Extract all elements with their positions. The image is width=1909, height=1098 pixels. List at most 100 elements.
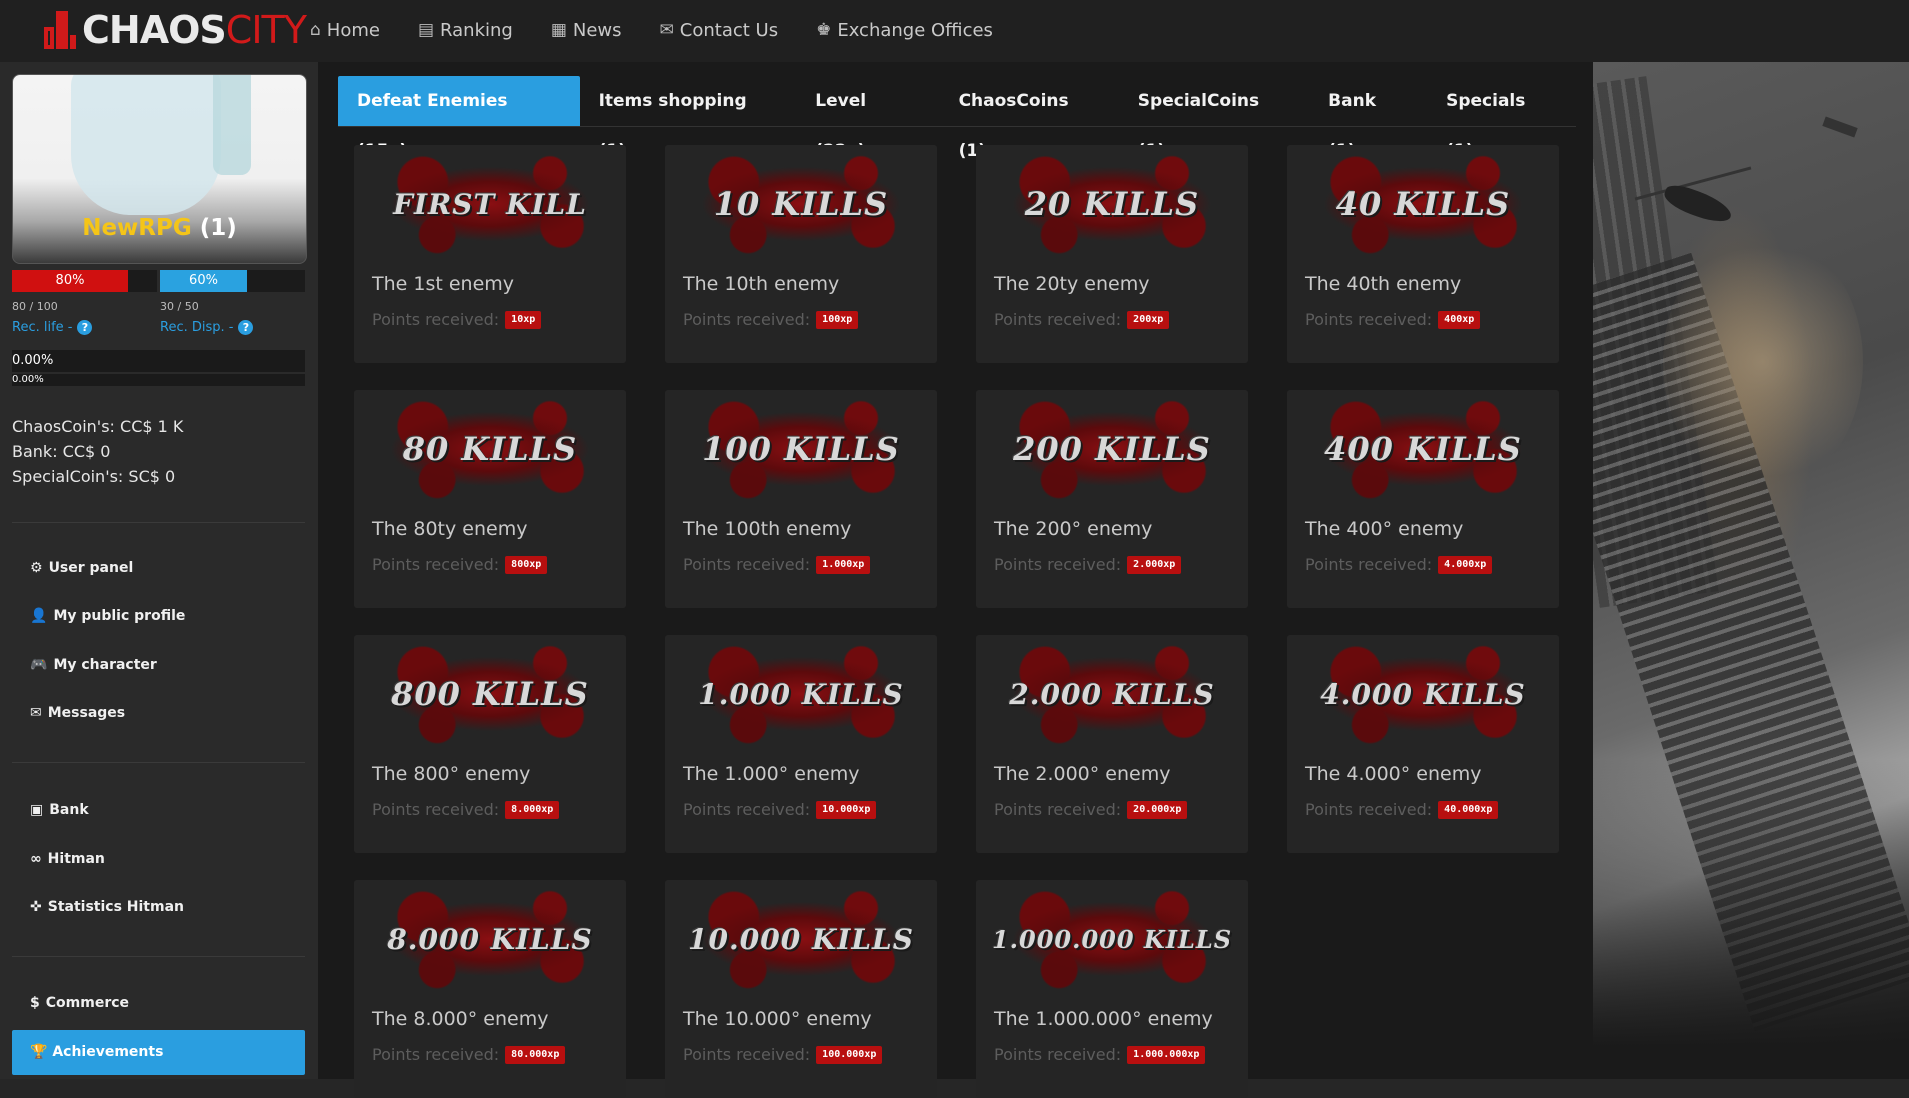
achievement-banner-text: 20 KILLS	[1024, 185, 1200, 223]
achievement-points: Points received: 8.000xp	[372, 800, 560, 819]
achievement-points: Points received: 200xp	[994, 310, 1170, 329]
achievement-banner: 800 KILLS	[370, 639, 610, 749]
dollar-icon: $	[30, 995, 40, 1011]
achievement-banner: 400 KILLS	[1303, 394, 1543, 504]
menu-commerce[interactable]: $ Commerce	[30, 995, 129, 1011]
menu-my-public-profile[interactable]: 👤 My public profile	[30, 608, 185, 624]
nav-contact-us-label: Contact Us	[679, 19, 779, 41]
help-icon[interactable]: ?	[77, 320, 93, 335]
avatar[interactable]: NewRPG (1)	[12, 74, 307, 264]
main-nav: ⌂ Home ▤ Ranking ▦ News ✉ Contact Us ♚ E…	[310, 0, 1031, 60]
artwork-fade	[1593, 759, 1909, 1079]
achievement-banner-text: 400 KILLS	[1324, 430, 1522, 468]
disposition-bar-fill: 60%	[160, 270, 247, 292]
nav-exchange-offices-label: Exchange Offices	[837, 19, 993, 41]
nav-home-label: Home	[326, 19, 380, 41]
achievement-card: 1.000.000 KILLS The 1.000.000° enemy Point…	[976, 880, 1248, 1098]
achievement-card: 10.000 KILLS The 10.000° enemy Points rece…	[665, 880, 937, 1098]
experience-bar: 0.00%	[12, 350, 305, 372]
menu-bank[interactable]: ▣ Bank	[30, 802, 89, 818]
xp-badge: 10.000xp	[816, 800, 877, 819]
achievement-title: The 40th enemy	[1305, 273, 1462, 295]
recover-disposition-link[interactable]: Rec. Disp. - ?	[160, 320, 254, 335]
trophy-icon: ♚	[816, 20, 832, 40]
nav-ranking[interactable]: ▤ Ranking	[418, 20, 513, 41]
points-received-label: Points received:	[372, 555, 500, 574]
points-received-label: Points received:	[994, 555, 1122, 574]
achievement-banner-text: 100 KILLS	[702, 430, 900, 468]
nav-contact-us[interactable]: ✉ Contact Us	[660, 20, 779, 41]
recover-life-label: Rec. life -	[12, 320, 73, 335]
achievement-banner: 1.000 KILLS	[681, 639, 921, 749]
menu-bank-label: Bank	[49, 802, 89, 818]
menu-my-character[interactable]: 🎮 My character	[30, 657, 157, 673]
background-artwork	[1593, 62, 1909, 1079]
achievement-card: FIRST KILL The 1st enemy Points received: 1…	[354, 145, 626, 363]
achievement-card: 8.000 KILLS The 8.000° enemy Points receiv…	[354, 880, 626, 1098]
envelope-icon: ✉	[30, 705, 42, 721]
achievement-card: 800 KILLS The 800° enemy Points received: 8…	[354, 635, 626, 853]
player-level: (1)	[199, 215, 237, 241]
tab-items-shopping[interactable]: Items shopping (1)	[580, 76, 797, 161]
menu-statistics-hitman-label: Statistics Hitman	[47, 899, 184, 915]
help-icon[interactable]: ?	[238, 320, 254, 335]
achievement-points: Points received: 2.000xp	[994, 555, 1182, 574]
bank-label: Bank:	[12, 442, 58, 461]
achievement-points: Points received: 1.000xp	[683, 555, 871, 574]
newspaper-icon: ▦	[550, 20, 567, 40]
achievement-card: 100 KILLS The 100th enemy Points received:…	[665, 390, 937, 608]
menu-statistics-hitman[interactable]: ✜ Statistics Hitman	[30, 899, 184, 915]
achievement-title: The 100th enemy	[683, 518, 852, 540]
player-name-text: NewRPG	[82, 215, 192, 241]
menu-messages-label: Messages	[47, 705, 126, 721]
xp-badge: 400xp	[1438, 310, 1481, 329]
achievement-card: 20 KILLS The 20ty enemy Points received: 20…	[976, 145, 1248, 363]
divider	[12, 762, 305, 763]
menu-achievements-label: 🏆 Achievements	[30, 1030, 163, 1075]
points-received-label: Points received:	[683, 1045, 811, 1064]
achievement-title: The 80ty enemy	[372, 518, 528, 540]
tab-bank[interactable]: Bank (1)	[1309, 76, 1427, 161]
menu-user-panel[interactable]: ⚙ User panel	[30, 560, 133, 576]
recover-life-link[interactable]: Rec. life - ?	[12, 320, 93, 335]
xp-badge: 8.000xp	[505, 800, 560, 819]
points-received-label: Points received:	[994, 310, 1122, 329]
points-received-label: Points received:	[994, 800, 1122, 819]
helicopter-art	[1661, 180, 1735, 228]
menu-messages[interactable]: ✉ Messages	[30, 705, 125, 721]
achievement-banner: 200 KILLS	[992, 394, 1232, 504]
menu-hitman[interactable]: ∞ Hitman	[30, 851, 105, 867]
experience-bar-small: 0.00%	[12, 374, 305, 386]
achievement-title: The 200° enemy	[994, 518, 1153, 540]
disposition-bar: 60%	[160, 270, 305, 292]
chaoscity-logo[interactable]: CHAOSCITY	[42, 6, 307, 54]
tab-specialcoins[interactable]: SpecialCoins (1)	[1119, 76, 1309, 161]
life-bar-fill: 80%	[12, 270, 128, 292]
tab-specials[interactable]: Specials (1)	[1427, 76, 1576, 161]
tab-defeat-enemies[interactable]: Defeat Enemies (15x)	[338, 76, 580, 161]
nav-exchange-offices[interactable]: ♚ Exchange Offices	[816, 20, 993, 41]
achievement-banner: 80 KILLS	[370, 394, 610, 504]
divider	[12, 522, 305, 523]
xp-badge: 200xp	[1127, 310, 1170, 329]
nav-news[interactable]: ▦ News	[551, 20, 622, 41]
nav-ranking-label: Ranking	[440, 19, 513, 41]
achievement-banner: 100 KILLS	[681, 394, 921, 504]
achievement-banner-text: 10 KILLS	[713, 185, 889, 223]
chaoscoins-label: ChaosCoin's:	[12, 417, 115, 436]
achievement-points: Points received: 800xp	[372, 555, 548, 574]
achievement-title: The 4.000° enemy	[1305, 763, 1482, 785]
achievement-card: 2.000 KILLS The 2.000° enemy Points receiv…	[976, 635, 1248, 853]
achievement-card: 1.000 KILLS The 1.000° enemy Points receiv…	[665, 635, 937, 853]
tab-level[interactable]: Level (22x)	[796, 76, 939, 161]
mask-icon: ∞	[30, 851, 42, 867]
building-logo-icon	[42, 9, 78, 51]
menu-achievements[interactable]: 🏆 Achievements	[12, 1030, 305, 1075]
tab-chaoscoins[interactable]: ChaosCoins (1)	[940, 76, 1119, 161]
xp-badge: 100.000xp	[816, 1045, 883, 1064]
logo-text-chaos: CHAOS	[82, 8, 227, 52]
achievement-banner-text: 80 KILLS	[402, 430, 578, 468]
nav-home[interactable]: ⌂ Home	[310, 20, 380, 41]
achievement-card: 200 KILLS The 200° enemy Points received: 2…	[976, 390, 1248, 608]
user-icon: 👤	[30, 608, 48, 624]
